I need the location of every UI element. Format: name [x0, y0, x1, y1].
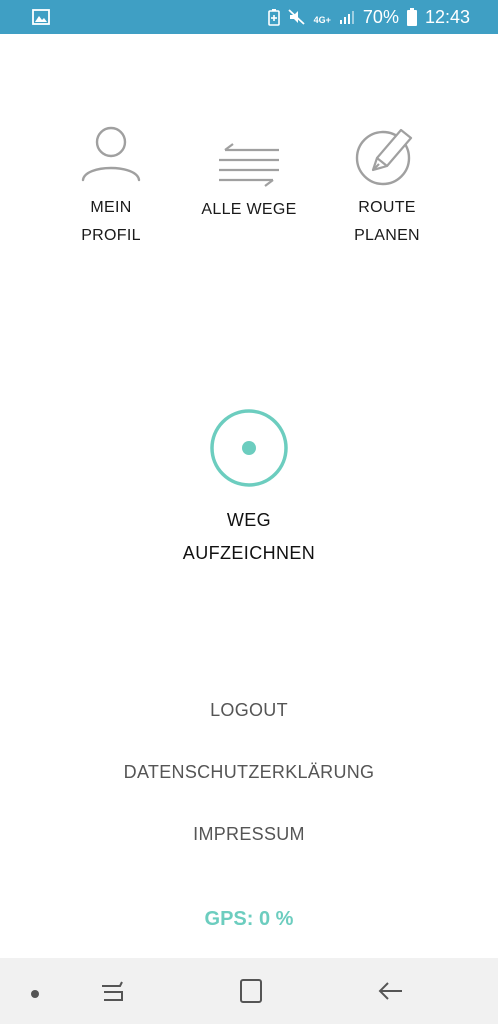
logout-link[interactable]: LOGOUT	[0, 700, 498, 721]
home-icon[interactable]	[239, 978, 263, 1009]
network-icon: 4G+	[313, 14, 331, 25]
privacy-link[interactable]: DATENSCHUTZERKLÄRUNG	[0, 762, 498, 783]
nav-mein-profil[interactable]: MEIN PROFIL	[41, 124, 181, 250]
pen-circle-icon	[317, 122, 457, 188]
back-icon[interactable]	[378, 978, 404, 1009]
recent-apps-icon[interactable]	[100, 978, 126, 1009]
image-icon	[32, 8, 50, 26]
signal-icon	[339, 9, 355, 25]
routes-list-icon	[179, 142, 319, 190]
clock: 12:43	[424, 6, 470, 27]
record-route-line2: AUFZEICHNEN	[182, 543, 316, 563]
nav-mein-profil-line1: MEIN	[90, 199, 132, 216]
user-icon	[41, 124, 181, 188]
dot-icon[interactable]	[30, 986, 40, 1004]
battery-saver-icon	[267, 8, 280, 26]
nav-alle-wege-label: ALLE WEGE	[201, 201, 297, 218]
gps-status: GPS: 0 %	[204, 908, 294, 930]
system-nav-bar	[0, 958, 498, 1024]
record-circle-icon	[149, 408, 349, 488]
battery-percent: 70%	[362, 6, 399, 27]
mute-icon	[288, 8, 306, 26]
nav-mein-profil-line2: PROFIL	[81, 227, 141, 244]
status-bar: 4G+ 70% 12:43	[0, 0, 498, 34]
imprint-link[interactable]: IMPRESSUM	[0, 824, 498, 845]
nav-route-planen-line2: PLANEN	[354, 227, 420, 244]
battery-icon	[406, 8, 417, 26]
nav-route-planen-line1: ROUTE	[358, 199, 416, 216]
nav-alle-wege[interactable]: ALLE WEGE	[179, 142, 319, 224]
nav-route-planen[interactable]: ROUTE PLANEN	[317, 122, 457, 250]
record-route-button[interactable]: WEG AUFZEICHNEN	[149, 408, 349, 570]
record-route-line1: WEG	[226, 510, 272, 530]
